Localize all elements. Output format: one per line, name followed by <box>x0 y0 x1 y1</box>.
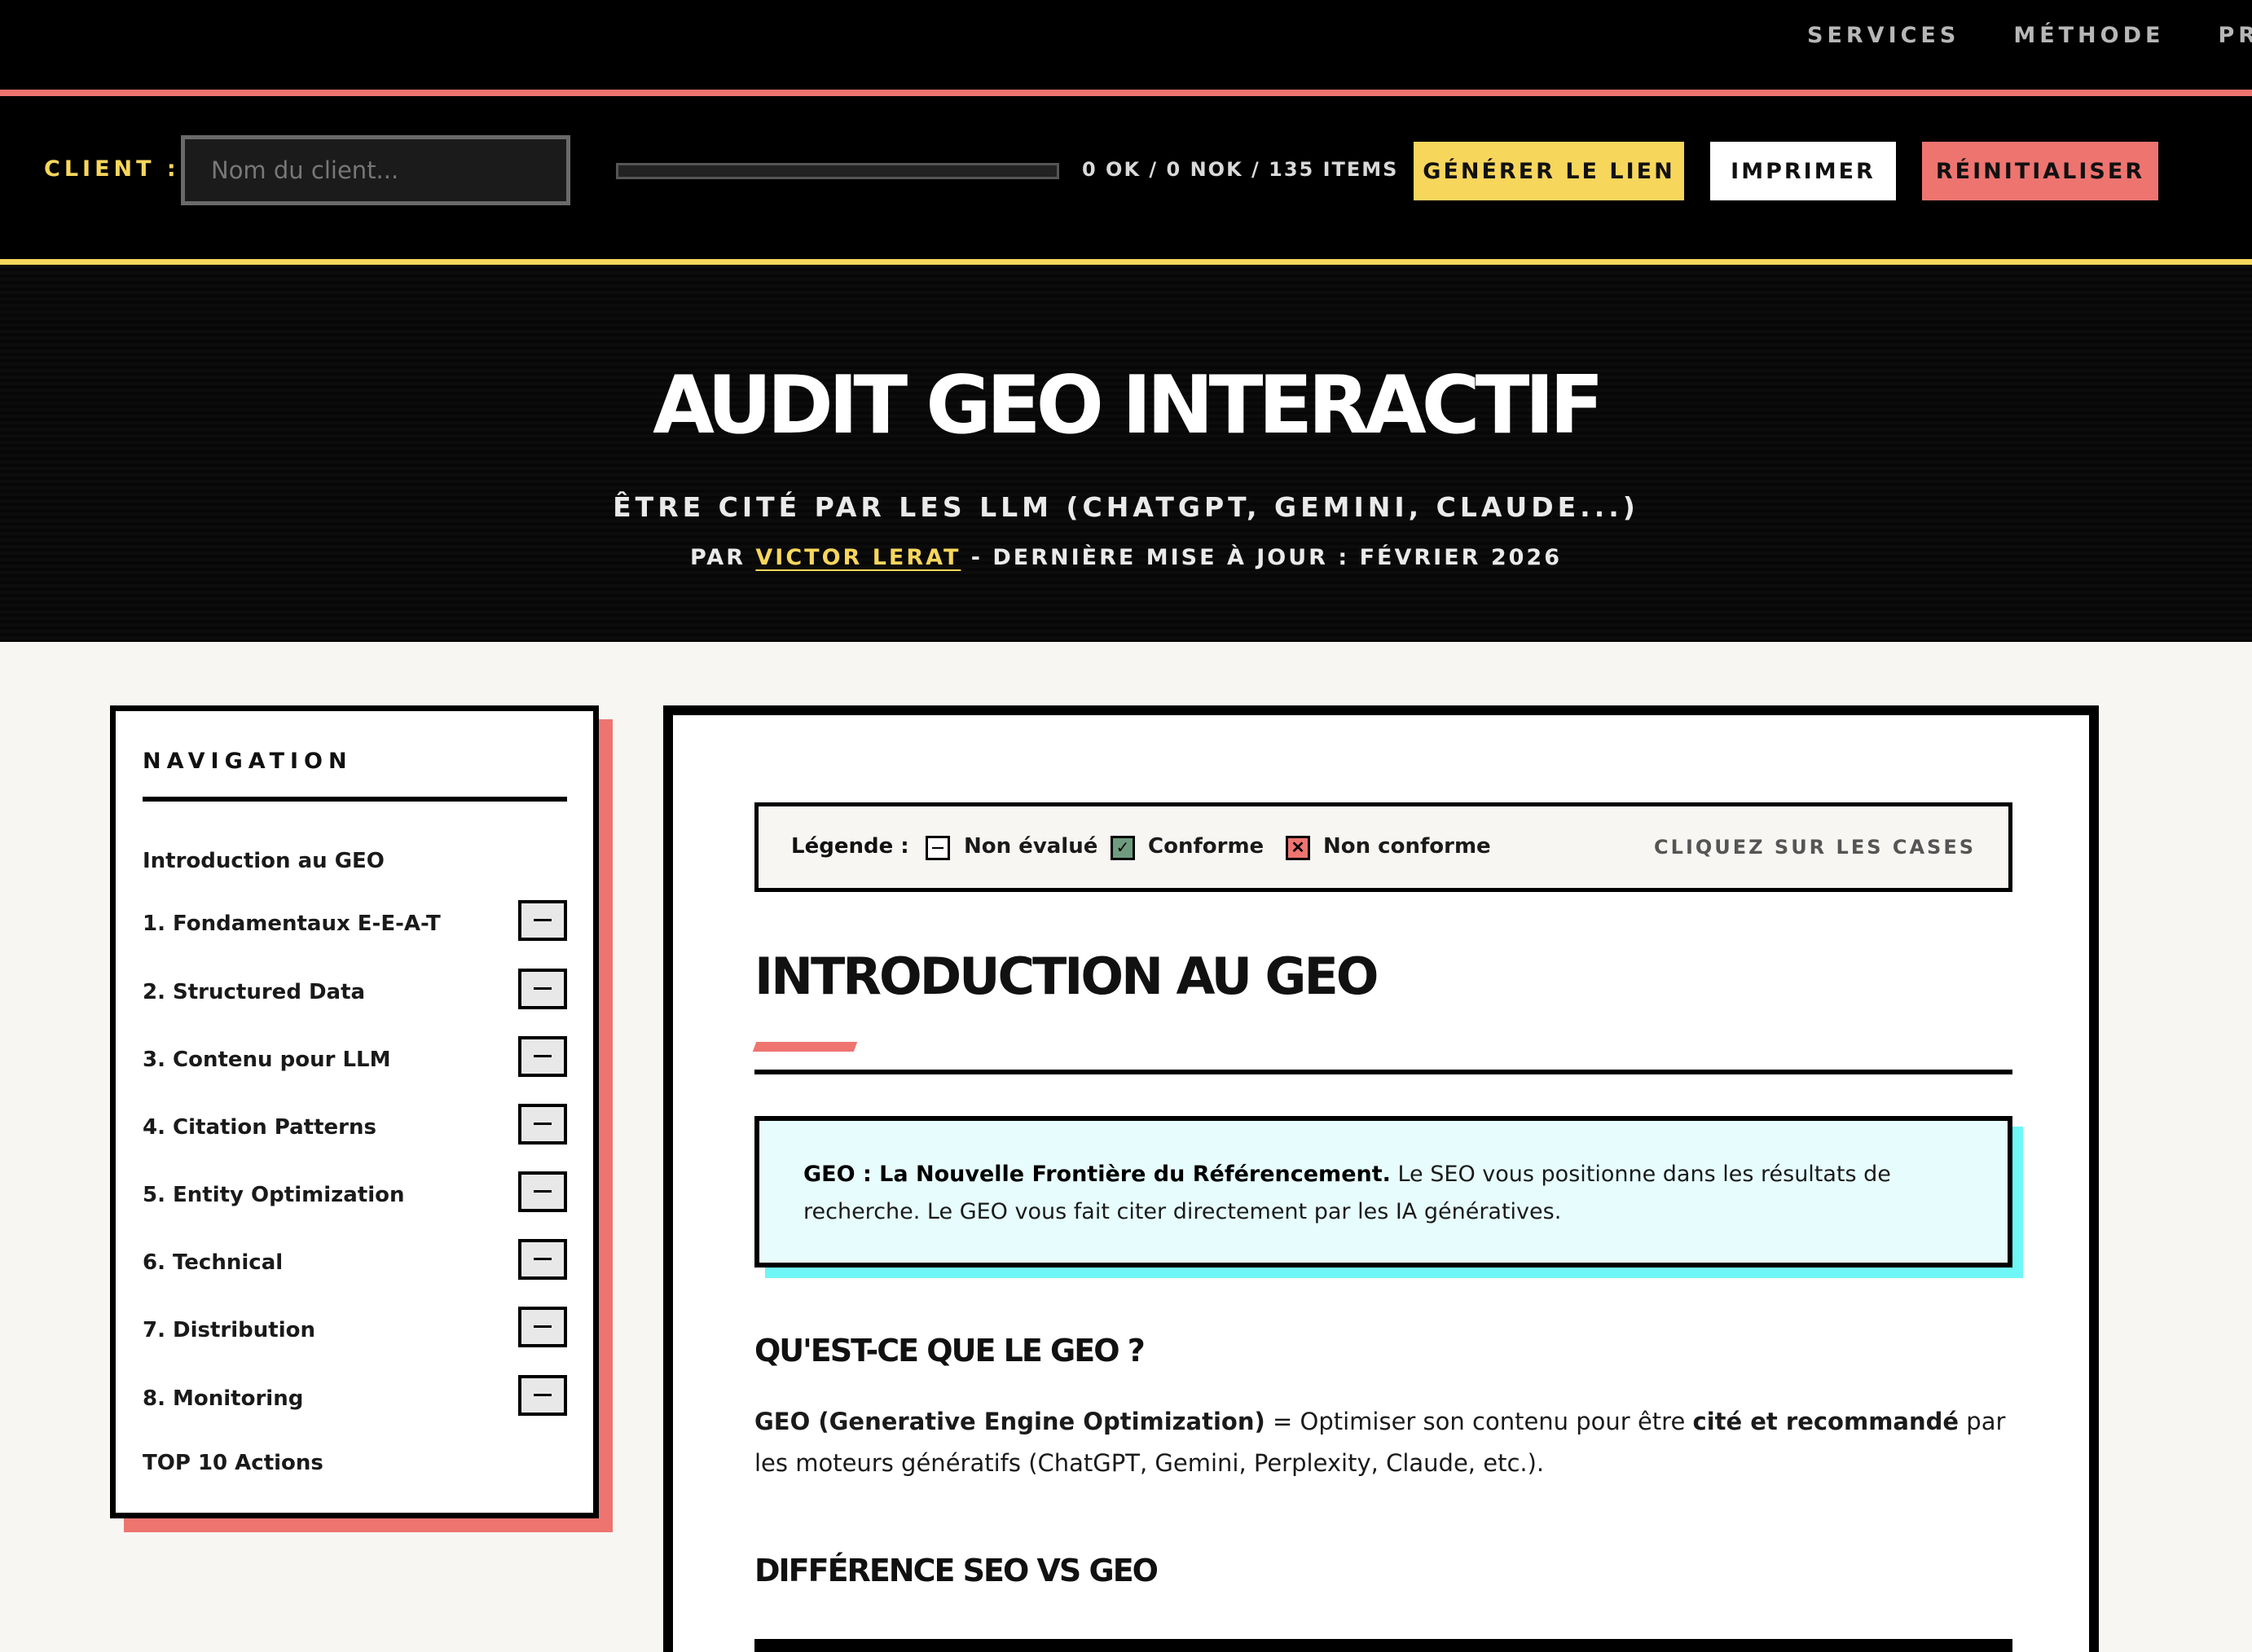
minus-box-icon <box>518 1375 567 1416</box>
minus-box-icon <box>518 1239 567 1280</box>
heading-seo-vs-geo: DIFFÉRENCE SEO VS GEO <box>754 1553 1159 1588</box>
sidebar-item-monitoring[interactable]: 8. Monitoring <box>143 1375 567 1424</box>
legend-hint: CLIQUEZ SUR LES CASES <box>1654 836 1976 859</box>
title-divider <box>754 1070 2012 1074</box>
meta-prefix: PAR <box>690 545 756 570</box>
sidebar-navigation: NAVIGATION Introduction au GEO 1. Fondam… <box>110 705 599 1518</box>
sidebar-item-label: Introduction au GEO <box>143 849 385 873</box>
section-title: INTRODUCTION AU GEO <box>754 947 1379 1006</box>
comparison-table-header <box>754 1639 2012 1652</box>
sidebar-title: NAVIGATION <box>143 749 353 774</box>
sidebar-divider <box>143 797 567 802</box>
geo-definition: GEO (Generative Engine Optimization) = O… <box>754 1401 2025 1484</box>
hero-banner: AUDIT GEO INTERACTIF ÊTRE CITÉ PAR LES L… <box>0 265 2252 642</box>
red-divider <box>0 90 2252 96</box>
top-nav-links: SERVICES MÉTHODE PROFI <box>1807 23 2252 48</box>
heading-what-is-geo: QU'EST-CE QUE LE GEO ? <box>754 1333 1146 1369</box>
main-content: Légende : Non évalué ✓ Conforme ✕ Non co… <box>663 705 2099 1652</box>
minus-box-icon <box>518 1171 567 1212</box>
sidebar-item-label: 8. Monitoring <box>143 1386 304 1411</box>
nav-link-profil[interactable]: PROFI <box>2218 23 2252 48</box>
yellow-divider <box>0 259 2252 265</box>
sidebar-item-label: 1. Fondamentaux E-E-A-T <box>143 912 441 936</box>
sidebar-item-citation-patterns[interactable]: 4. Citation Patterns <box>143 1104 567 1153</box>
legend-ok: Conforme <box>1148 834 1265 859</box>
definition-term: GEO (Generative Engine Optimization) <box>754 1408 1265 1435</box>
sidebar-item-distribution[interactable]: 7. Distribution <box>143 1307 567 1355</box>
minus-box-icon <box>518 1104 567 1145</box>
definition-text: = Optimiser son contenu pour être <box>1265 1408 1693 1435</box>
audit-toolbar: CLIENT : 0 OK / 0 NOK / 135 ITEMS GÉNÉRE… <box>0 96 2252 259</box>
sidebar-item-contenu-llm[interactable]: 3. Contenu pour LLM <box>143 1036 567 1085</box>
definition-emphasis: cité et recommandé <box>1692 1408 1960 1435</box>
sidebar-item-label: 2. Structured Data <box>143 980 366 1004</box>
top-navbar: SERVICES MÉTHODE PROFI <box>0 0 2252 90</box>
page-title: AUDIT GEO INTERACTIF <box>653 359 1604 452</box>
legend-title: Légende : <box>791 834 909 859</box>
progress-counter: 0 OK / 0 NOK / 135 ITEMS <box>1082 158 1399 181</box>
hero-subtitle: ÊTRE CITÉ PAR LES LLM (CHATGPT, GEMINI, … <box>613 491 1639 523</box>
minus-box-icon <box>518 900 567 941</box>
generate-link-button[interactable]: GÉNÉRER LE LIEN <box>1414 142 1684 200</box>
author-link[interactable]: VICTOR LERAT <box>755 545 961 570</box>
sidebar-item-structured-data[interactable]: 2. Structured Data <box>143 969 567 1017</box>
reset-button[interactable]: RÉINITIALISER <box>1922 142 2158 200</box>
client-name-input[interactable] <box>181 135 570 205</box>
meta-updated: - DERNIÈRE MISE À JOUR : FÉVRIER 2026 <box>961 545 1562 570</box>
print-button[interactable]: IMPRIMER <box>1710 142 1896 200</box>
intro-callout: GEO : La Nouvelle Frontière du Référence… <box>754 1116 2012 1268</box>
callout-heading: GEO : La Nouvelle Frontière du Référence… <box>803 1162 1391 1187</box>
legend-bar: Légende : Non évalué ✓ Conforme ✕ Non co… <box>754 802 2012 892</box>
cross-box-icon: ✕ <box>1286 836 1310 860</box>
minus-box-icon <box>518 969 567 1009</box>
sidebar-item-fondamentaux[interactable]: 1. Fondamentaux E-E-A-T <box>143 900 567 949</box>
title-accent <box>752 1042 858 1052</box>
sidebar-item-top-10[interactable]: TOP 10 Actions <box>143 1439 567 1488</box>
client-label: CLIENT : <box>44 156 180 182</box>
sidebar-item-label: 7. Distribution <box>143 1318 315 1342</box>
sidebar-item-technical[interactable]: 6. Technical <box>143 1239 567 1288</box>
check-box-icon: ✓ <box>1111 836 1135 860</box>
hero-meta: PAR VICTOR LERAT - DERNIÈRE MISE À JOUR … <box>0 545 2252 570</box>
progress-bar <box>616 163 1059 179</box>
legend-nok: Non conforme <box>1323 834 1491 859</box>
nav-link-methode[interactable]: MÉTHODE <box>2013 23 2164 48</box>
legend-unrated: Non évalué <box>964 834 1098 859</box>
nav-link-services[interactable]: SERVICES <box>1807 23 1960 48</box>
sidebar-item-label: TOP 10 Actions <box>143 1451 323 1475</box>
minus-box-icon <box>518 1036 567 1077</box>
minus-box-icon <box>926 836 950 860</box>
sidebar-item-entity-optimization[interactable]: 5. Entity Optimization <box>143 1171 567 1220</box>
sidebar-item-label: 6. Technical <box>143 1250 284 1275</box>
sidebar-item-label: 5. Entity Optimization <box>143 1183 405 1207</box>
sidebar-item-label: 3. Contenu pour LLM <box>143 1048 391 1072</box>
sidebar-item-introduction[interactable]: Introduction au GEO <box>143 837 567 886</box>
minus-box-icon <box>518 1307 567 1347</box>
sidebar-item-label: 4. Citation Patterns <box>143 1115 376 1140</box>
